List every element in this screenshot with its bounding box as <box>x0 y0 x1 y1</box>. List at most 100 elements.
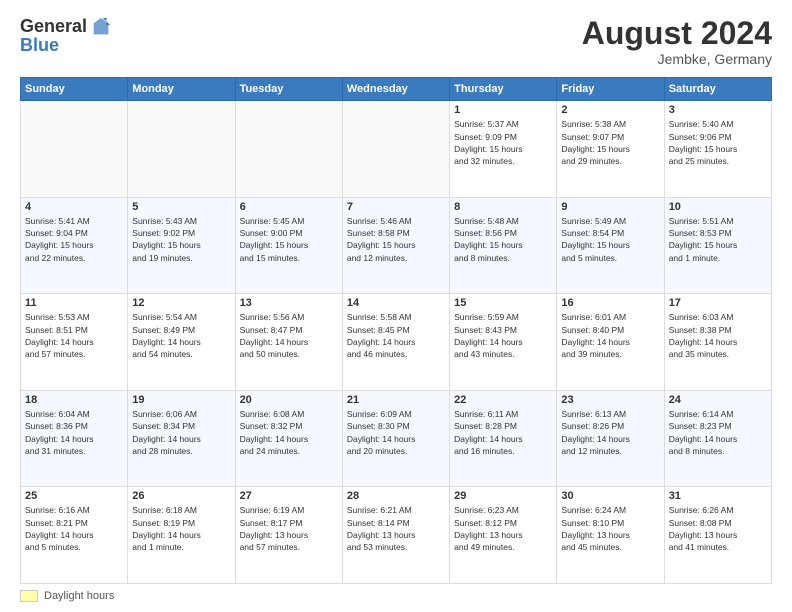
calendar-cell: 4Sunrise: 5:41 AM Sunset: 9:04 PM Daylig… <box>21 197 128 294</box>
calendar-cell: 9Sunrise: 5:49 AM Sunset: 8:54 PM Daylig… <box>557 197 664 294</box>
calendar-cell: 23 Sunrise: 6:13 AM Sunset: 8:26 PM Dayli… <box>557 390 664 487</box>
calendar-table: SundayMondayTuesdayWednesdayThursdayFrid… <box>20 77 772 584</box>
calendar-week-row: 18 Sunrise: 6:04 AM Sunset: 8:36 PM Dayli… <box>21 390 772 487</box>
calendar-cell: 20 Sunrise: 6:08 AM Sunset: 8:32 PM Dayli… <box>235 390 342 487</box>
day-info: Sunrise: 6:01 AM Sunset: 8:40 PM Dayligh… <box>561 311 659 360</box>
logo: General Blue <box>20 16 112 56</box>
page: General Blue August 2024 Jembke, Germany… <box>0 0 792 612</box>
day-number: 15 <box>454 297 552 309</box>
calendar-day-header: Tuesday <box>235 78 342 101</box>
day-number: 14 <box>347 297 445 309</box>
day-info: Sunrise: 6:09 AM Sunset: 8:30 PM Dayligh… <box>347 408 445 457</box>
day-info: Sunrise: 5:38 AM Sunset: 9:07 PM Dayligh… <box>561 118 659 167</box>
calendar-cell: 25 Sunrise: 6:16 AM Sunset: 8:21 PM Dayli… <box>21 487 128 584</box>
calendar-day-header: Wednesday <box>342 78 449 101</box>
legend-label: Daylight hours <box>44 590 114 602</box>
day-number: 3 <box>669 104 767 116</box>
calendar-cell: 1 Sunrise: 5:37 AM Sunset: 9:09 PM Daylig… <box>450 101 557 198</box>
calendar-day-header: Saturday <box>664 78 771 101</box>
calendar-cell <box>342 101 449 198</box>
day-number: 19 <box>132 394 230 406</box>
day-number: 11 <box>25 297 123 309</box>
day-info: Sunrise: 5:37 AM Sunset: 9:09 PM Dayligh… <box>454 118 552 167</box>
day-number: 21 <box>347 394 445 406</box>
day-info: Sunrise: 6:18 AM Sunset: 8:19 PM Dayligh… <box>132 504 230 553</box>
day-number: 30 <box>561 490 659 502</box>
day-info: Sunrise: 5:54 AM Sunset: 8:49 PM Dayligh… <box>132 311 230 360</box>
day-info: Sunrise: 6:08 AM Sunset: 8:32 PM Dayligh… <box>240 408 338 457</box>
footer: Daylight hours <box>20 590 772 602</box>
calendar-cell: 15 Sunrise: 5:59 AM Sunset: 8:43 PM Dayli… <box>450 294 557 391</box>
day-info: Sunrise: 6:03 AM Sunset: 8:38 PM Dayligh… <box>669 311 767 360</box>
calendar-week-row: 11 Sunrise: 5:53 AM Sunset: 8:51 PM Dayli… <box>21 294 772 391</box>
day-number: 17 <box>669 297 767 309</box>
calendar-cell: 29Sunrise: 6:23 AM Sunset: 8:12 PM Dayli… <box>450 487 557 584</box>
day-number: 20 <box>240 394 338 406</box>
day-number: 23 <box>561 394 659 406</box>
day-number: 6 <box>240 201 338 213</box>
legend-box <box>20 590 38 602</box>
day-info: Sunrise: 5:43 AM Sunset: 9:02 PM Dayligh… <box>132 215 230 264</box>
location-subtitle: Jembke, Germany <box>582 51 772 67</box>
calendar-cell: 3 Sunrise: 5:40 AM Sunset: 9:06 PM Daylig… <box>664 101 771 198</box>
day-info: Sunrise: 6:04 AM Sunset: 8:36 PM Dayligh… <box>25 408 123 457</box>
day-number: 18 <box>25 394 123 406</box>
calendar-cell: 6Sunrise: 5:45 AM Sunset: 9:00 PM Daylig… <box>235 197 342 294</box>
title-block: August 2024 Jembke, Germany <box>582 16 772 67</box>
day-number: 28 <box>347 490 445 502</box>
day-number: 8 <box>454 201 552 213</box>
day-info: Sunrise: 5:53 AM Sunset: 8:51 PM Dayligh… <box>25 311 123 360</box>
calendar-cell: 10 Sunrise: 5:51 AM Sunset: 8:53 PM Dayli… <box>664 197 771 294</box>
logo-general-text: General <box>20 17 87 37</box>
calendar-cell: 28 Sunrise: 6:21 AM Sunset: 8:14 PM Dayli… <box>342 487 449 584</box>
calendar-cell <box>128 101 235 198</box>
day-number: 31 <box>669 490 767 502</box>
calendar-cell: 5Sunrise: 5:43 AM Sunset: 9:02 PM Daylig… <box>128 197 235 294</box>
calendar-cell: 11 Sunrise: 5:53 AM Sunset: 8:51 PM Dayli… <box>21 294 128 391</box>
day-number: 2 <box>561 104 659 116</box>
month-year-title: August 2024 <box>582 16 772 51</box>
day-info: Sunrise: 6:26 AM Sunset: 8:08 PM Dayligh… <box>669 504 767 553</box>
day-number: 13 <box>240 297 338 309</box>
calendar-cell: 21 Sunrise: 6:09 AM Sunset: 8:30 PM Dayli… <box>342 390 449 487</box>
day-number: 1 <box>454 104 552 116</box>
day-number: 7 <box>347 201 445 213</box>
calendar-day-header: Monday <box>128 78 235 101</box>
calendar-week-row: 1 Sunrise: 5:37 AM Sunset: 9:09 PM Daylig… <box>21 101 772 198</box>
day-info: Sunrise: 6:13 AM Sunset: 8:26 PM Dayligh… <box>561 408 659 457</box>
day-info: Sunrise: 5:56 AM Sunset: 8:47 PM Dayligh… <box>240 311 338 360</box>
calendar-cell <box>21 101 128 198</box>
calendar-cell: 7Sunrise: 5:46 AM Sunset: 8:58 PM Daylig… <box>342 197 449 294</box>
header: General Blue August 2024 Jembke, Germany <box>20 16 772 67</box>
day-number: 25 <box>25 490 123 502</box>
day-info: Sunrise: 6:14 AM Sunset: 8:23 PM Dayligh… <box>669 408 767 457</box>
day-info: Sunrise: 5:49 AM Sunset: 8:54 PM Dayligh… <box>561 215 659 264</box>
day-info: Sunrise: 5:40 AM Sunset: 9:06 PM Dayligh… <box>669 118 767 167</box>
calendar-header-row: SundayMondayTuesdayWednesdayThursdayFrid… <box>21 78 772 101</box>
calendar-day-header: Sunday <box>21 78 128 101</box>
calendar-cell: 27Sunrise: 6:19 AM Sunset: 8:17 PM Dayli… <box>235 487 342 584</box>
day-info: Sunrise: 5:51 AM Sunset: 8:53 PM Dayligh… <box>669 215 767 264</box>
day-info: Sunrise: 6:24 AM Sunset: 8:10 PM Dayligh… <box>561 504 659 553</box>
calendar-cell: 12Sunrise: 5:54 AM Sunset: 8:49 PM Dayli… <box>128 294 235 391</box>
calendar-day-header: Thursday <box>450 78 557 101</box>
day-info: Sunrise: 6:16 AM Sunset: 8:21 PM Dayligh… <box>25 504 123 553</box>
logo-blue-text: Blue <box>20 36 112 56</box>
day-info: Sunrise: 5:48 AM Sunset: 8:56 PM Dayligh… <box>454 215 552 264</box>
calendar-cell <box>235 101 342 198</box>
day-number: 29 <box>454 490 552 502</box>
calendar-cell: 31 Sunrise: 6:26 AM Sunset: 8:08 PM Dayli… <box>664 487 771 584</box>
day-number: 10 <box>669 201 767 213</box>
day-info: Sunrise: 6:21 AM Sunset: 8:14 PM Dayligh… <box>347 504 445 553</box>
calendar-week-row: 25 Sunrise: 6:16 AM Sunset: 8:21 PM Dayli… <box>21 487 772 584</box>
calendar-cell: 18 Sunrise: 6:04 AM Sunset: 8:36 PM Dayli… <box>21 390 128 487</box>
day-info: Sunrise: 6:06 AM Sunset: 8:34 PM Dayligh… <box>132 408 230 457</box>
calendar-cell: 22Sunrise: 6:11 AM Sunset: 8:28 PM Dayli… <box>450 390 557 487</box>
day-info: Sunrise: 5:41 AM Sunset: 9:04 PM Dayligh… <box>25 215 123 264</box>
day-info: Sunrise: 5:58 AM Sunset: 8:45 PM Dayligh… <box>347 311 445 360</box>
day-info: Sunrise: 5:59 AM Sunset: 8:43 PM Dayligh… <box>454 311 552 360</box>
day-number: 22 <box>454 394 552 406</box>
calendar-cell: 24Sunrise: 6:14 AM Sunset: 8:23 PM Dayli… <box>664 390 771 487</box>
calendar-cell: 26Sunrise: 6:18 AM Sunset: 8:19 PM Dayli… <box>128 487 235 584</box>
calendar-day-header: Friday <box>557 78 664 101</box>
